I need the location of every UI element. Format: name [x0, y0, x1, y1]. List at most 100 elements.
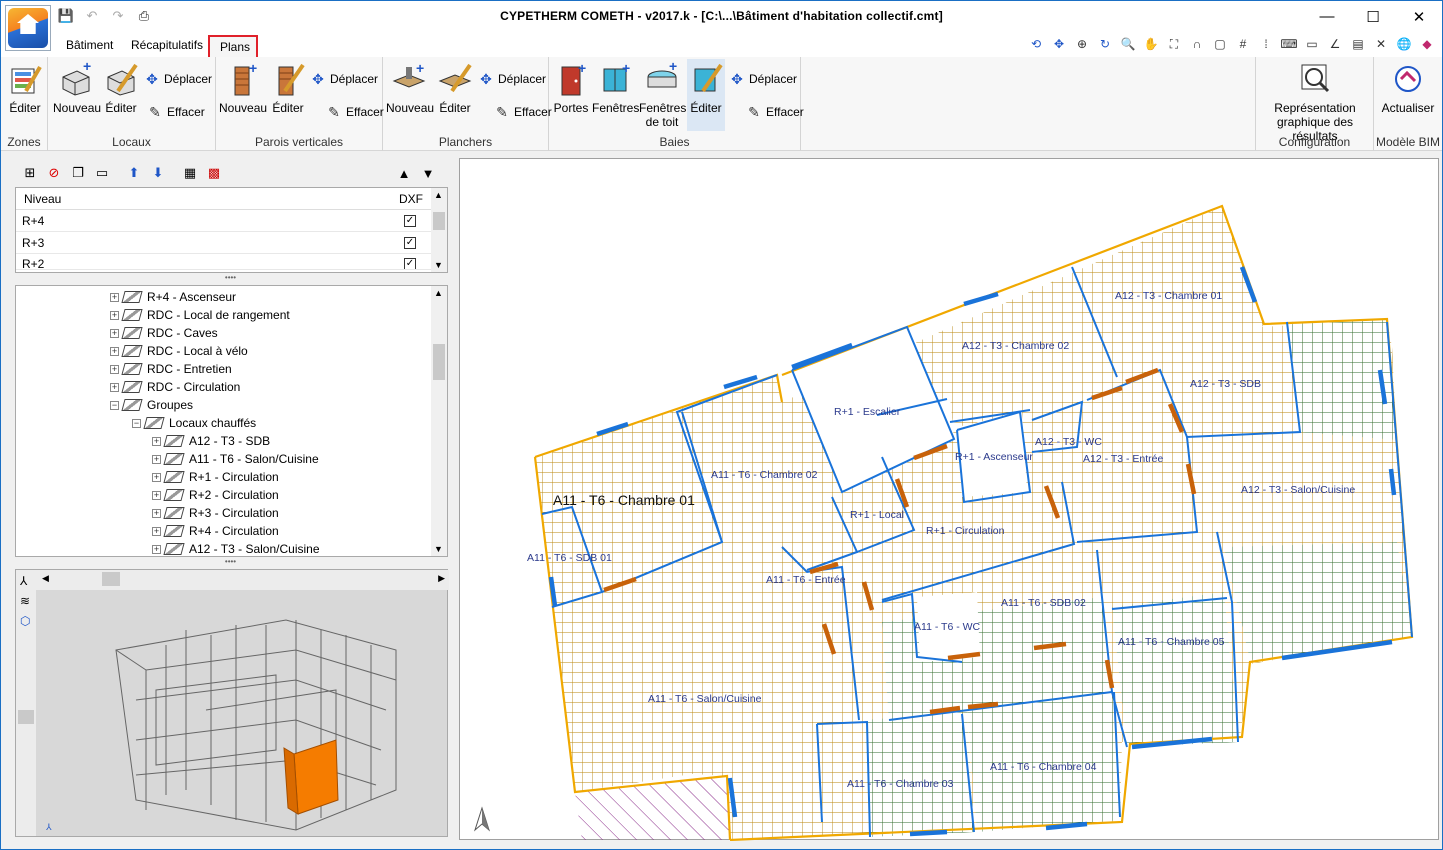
tree-item[interactable]: + A12 - T3 - Salon/Cuisine: [152, 540, 320, 556]
dots-grid-icon[interactable]: ⁞: [1257, 35, 1275, 53]
baies-move-button[interactable]: ✥ Déplacer: [729, 71, 797, 87]
scroll-left-icon[interactable]: ◀: [42, 573, 49, 584]
splitter-handle[interactable]: ••••: [9, 558, 452, 566]
bim-update-button[interactable]: Actualiser: [1378, 61, 1438, 115]
collapse-up-icon[interactable]: ▲: [395, 164, 413, 182]
tree-item[interactable]: + RDC - Circulation: [110, 378, 240, 396]
square-icon[interactable]: ▢: [1211, 35, 1229, 53]
collapse-icon[interactable]: −: [132, 418, 141, 428]
parois-new-button[interactable]: + Nouveau: [219, 60, 267, 115]
close-button[interactable]: ✕: [1396, 1, 1442, 32]
tree-item-groupes[interactable]: − Groupes: [110, 396, 193, 414]
hand-icon[interactable]: ✋: [1142, 35, 1160, 53]
tree-item[interactable]: + RDC - Caves: [110, 324, 218, 342]
tree-item[interactable]: + RDC - Entretien: [110, 360, 232, 378]
cube-icon[interactable]: ⬡: [20, 614, 30, 628]
baies-doors-button[interactable]: + Portes: [552, 60, 590, 115]
angle-icon[interactable]: ∠: [1326, 35, 1344, 53]
tree-item[interactable]: + A11 - T6 - Salon/Cuisine: [152, 450, 319, 468]
planchers-new-button[interactable]: + Nouveau: [386, 60, 434, 115]
scroll-thumb[interactable]: [18, 710, 34, 724]
grid-icon[interactable]: #: [1234, 35, 1252, 53]
dxf-checkbox[interactable]: ✓: [404, 236, 416, 249]
level-row[interactable]: R+2 ✓: [16, 254, 447, 270]
expand-icon[interactable]: +: [152, 508, 161, 518]
scroll-thumb[interactable]: [433, 212, 445, 230]
expand-icon[interactable]: +: [152, 472, 161, 482]
layers-icon[interactable]: ≋: [20, 594, 30, 608]
planchers-erase-button[interactable]: ✎ Effacer: [494, 104, 552, 120]
parois-edit-button[interactable]: Éditer: [268, 61, 308, 115]
expand-icon[interactable]: +: [152, 544, 161, 554]
move-up-icon[interactable]: ⬆: [125, 164, 143, 182]
expand-icon[interactable]: +: [110, 328, 119, 338]
move-down-icon[interactable]: ⬇: [149, 164, 167, 182]
locaux-erase-button[interactable]: ✎ Effacer: [147, 104, 205, 120]
locaux-new-button[interactable]: + Nouveau: [53, 58, 101, 115]
baies-roof-windows-button[interactable]: + Fenêtres de toit: [639, 58, 686, 129]
scroll-thumb[interactable]: [433, 344, 445, 380]
expand-icon[interactable]: +: [110, 346, 119, 356]
tree-item[interactable]: + R+3 - Circulation: [152, 504, 279, 522]
pan-all-icon[interactable]: ✥: [1050, 35, 1068, 53]
orbit-icon[interactable]: ⟲: [1027, 35, 1045, 53]
scroll-down-icon[interactable]: ▼: [434, 260, 443, 270]
tree-item[interactable]: + R+2 - Circulation: [152, 486, 279, 504]
baies-edit-button[interactable]: Éditer: [687, 59, 725, 131]
globe-icon[interactable]: 🌐: [1395, 35, 1413, 53]
baies-erase-button[interactable]: ✎ Effacer: [746, 104, 804, 120]
tree-scrollbar[interactable]: ▲ ▼: [431, 286, 447, 556]
planchers-move-button[interactable]: ✥ Déplacer: [478, 71, 546, 87]
book-icon[interactable]: ◆: [1418, 35, 1436, 53]
expand-icon[interactable]: +: [110, 310, 119, 320]
layer-icon[interactable]: ▤: [1349, 35, 1367, 53]
expand-icon[interactable]: +: [110, 382, 119, 392]
parois-erase-button[interactable]: ✎ Effacer: [326, 104, 384, 120]
expand-icon[interactable]: +: [110, 292, 119, 302]
view-3d-hscroll[interactable]: ◀ ▶: [16, 570, 449, 590]
edit-level-icon[interactable]: ▭: [93, 164, 111, 182]
tree-item[interactable]: + R+1 - Circulation: [152, 468, 279, 486]
plan-canvas[interactable]: A12 - T3 - Chambre 01 A12 - T3 - Chambre…: [459, 158, 1439, 842]
expand-icon[interactable]: +: [152, 436, 161, 446]
maximize-button[interactable]: ☐: [1350, 1, 1396, 32]
collapse-down-icon[interactable]: ▼: [419, 164, 437, 182]
view-3d[interactable]: ◀ ▶ ⅄ ≋ ⬡ ⅄: [15, 569, 449, 837]
levels-scrollbar[interactable]: ▲ ▼: [431, 188, 447, 272]
scroll-up-icon[interactable]: ▲: [434, 288, 443, 298]
tree-item[interactable]: + RDC - Local de rangement: [110, 306, 290, 324]
planchers-edit-button[interactable]: Éditer: [435, 61, 475, 115]
scroll-thumb[interactable]: [102, 572, 120, 586]
tree-item[interactable]: + RDC - Local à vélo: [110, 342, 248, 360]
magnet-icon[interactable]: ∩: [1188, 35, 1206, 53]
tab-plans[interactable]: Plans: [208, 35, 258, 57]
dxf-checkbox[interactable]: ✓: [404, 258, 416, 269]
parois-move-button[interactable]: ✥ Déplacer: [310, 71, 378, 87]
level-row[interactable]: R+4 ✓: [16, 210, 447, 232]
zoom-window-icon[interactable]: ⊕: [1073, 35, 1091, 53]
collapse-icon[interactable]: −: [110, 400, 119, 410]
refresh-icon[interactable]: ↻: [1096, 35, 1114, 53]
add-level-icon[interactable]: ⊞: [21, 164, 39, 182]
scroll-right-icon[interactable]: ▶: [438, 573, 445, 584]
tools-icon[interactable]: ✕: [1372, 35, 1390, 53]
measure-icon[interactable]: ▭: [1303, 35, 1321, 53]
scroll-up-icon[interactable]: ▲: [434, 190, 443, 200]
tab-batiment[interactable]: Bâtiment: [56, 35, 123, 57]
delete-level-icon[interactable]: ⊘: [45, 164, 63, 182]
zones-edit-button[interactable]: Éditer: [6, 61, 44, 115]
tree-item[interactable]: + A12 - T3 - SDB: [152, 432, 270, 450]
keyboard-icon[interactable]: ⌨: [1280, 35, 1298, 53]
baies-windows-button[interactable]: + Fenêtres: [592, 60, 639, 115]
zoom-extents-icon[interactable]: ⛶: [1165, 35, 1183, 53]
level-row[interactable]: R+3 ✓: [16, 232, 447, 254]
app-logo[interactable]: [5, 5, 51, 51]
copy-level-icon[interactable]: ❐: [69, 164, 87, 182]
expand-icon[interactable]: +: [110, 364, 119, 374]
tree-item-locaux-chauffes[interactable]: − Locaux chauffés: [132, 414, 256, 432]
tree-item[interactable]: + R+4 - Circulation: [152, 522, 279, 540]
expand-icon[interactable]: +: [152, 490, 161, 500]
scroll-down-icon[interactable]: ▼: [434, 544, 443, 554]
dxf-checkbox[interactable]: ✓: [404, 214, 416, 227]
results-graphic-button[interactable]: Représentation graphique des résultats: [1258, 61, 1372, 143]
